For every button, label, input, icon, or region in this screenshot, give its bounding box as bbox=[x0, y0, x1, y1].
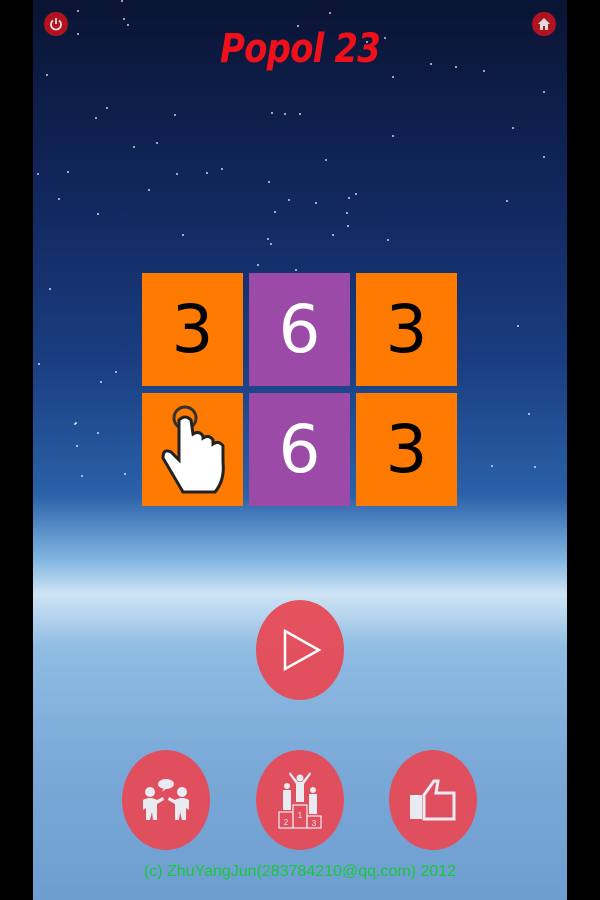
star bbox=[527, 412, 530, 415]
star bbox=[75, 444, 78, 447]
star bbox=[147, 188, 150, 191]
game-screen: Popol 23 3 6 3 6 3 2 1 3 (c) ZhuYangJun(… bbox=[33, 0, 567, 900]
podium-label: 3 bbox=[312, 819, 317, 828]
star bbox=[132, 145, 135, 148]
star bbox=[511, 126, 514, 129]
star bbox=[80, 475, 83, 478]
copyright-footer: (c) ZhuYangJun(283784210@qq.com) 2012 bbox=[143, 863, 457, 880]
home-button[interactable] bbox=[532, 12, 556, 36]
star bbox=[205, 171, 208, 174]
hand-pointer-icon bbox=[160, 405, 225, 493]
tile-value: 3 bbox=[171, 291, 214, 368]
like-button[interactable] bbox=[389, 750, 477, 850]
game-title: Popol 23 bbox=[220, 26, 381, 72]
star bbox=[506, 199, 509, 202]
star bbox=[267, 181, 270, 184]
tile[interactable]: 6 bbox=[249, 393, 350, 506]
star bbox=[543, 90, 546, 93]
power-icon bbox=[50, 18, 62, 31]
tile-value: 3 bbox=[385, 411, 428, 488]
star bbox=[174, 113, 176, 116]
star bbox=[273, 210, 276, 213]
star bbox=[345, 211, 348, 214]
star bbox=[354, 192, 357, 195]
star bbox=[176, 172, 179, 175]
star bbox=[67, 170, 70, 173]
star bbox=[391, 134, 394, 137]
star bbox=[37, 363, 40, 366]
thumbs-up-icon bbox=[410, 779, 456, 821]
star bbox=[120, 0, 123, 3]
tile[interactable]: 6 bbox=[249, 273, 350, 386]
star bbox=[391, 75, 394, 78]
star bbox=[386, 239, 389, 242]
star bbox=[46, 74, 49, 77]
podium-icon: 2 1 3 bbox=[278, 772, 322, 829]
star bbox=[294, 269, 297, 272]
play-icon bbox=[283, 628, 322, 672]
star bbox=[315, 202, 318, 205]
podium-label: 2 bbox=[284, 818, 289, 827]
star bbox=[220, 168, 223, 171]
star bbox=[288, 199, 291, 202]
star bbox=[105, 107, 108, 110]
star bbox=[99, 380, 102, 383]
star bbox=[48, 288, 51, 291]
home-icon bbox=[538, 18, 550, 30]
star bbox=[115, 370, 118, 373]
star bbox=[543, 155, 546, 158]
tile-value: 6 bbox=[278, 411, 321, 488]
star bbox=[182, 234, 185, 237]
social-button[interactable] bbox=[122, 750, 210, 850]
star bbox=[36, 172, 39, 175]
star bbox=[284, 113, 287, 116]
star bbox=[97, 213, 100, 216]
star bbox=[329, 11, 332, 14]
star bbox=[94, 117, 97, 120]
star bbox=[256, 264, 259, 267]
star bbox=[267, 237, 270, 240]
tile-value: 3 bbox=[385, 291, 428, 368]
star bbox=[155, 142, 158, 145]
star bbox=[299, 112, 302, 115]
tile[interactable] bbox=[142, 393, 243, 506]
star bbox=[325, 158, 328, 161]
star bbox=[97, 431, 100, 434]
leaderboard-button[interactable]: 2 1 3 bbox=[256, 750, 344, 850]
star bbox=[76, 10, 79, 13]
star bbox=[491, 464, 494, 467]
star bbox=[58, 197, 61, 200]
podium-label: 1 bbox=[298, 811, 303, 820]
tile[interactable]: 3 bbox=[356, 393, 457, 506]
power-button[interactable] bbox=[44, 12, 68, 36]
star bbox=[517, 325, 520, 328]
tile[interactable]: 3 bbox=[356, 273, 457, 386]
tile-value: 6 bbox=[278, 291, 321, 368]
star bbox=[347, 197, 350, 200]
star bbox=[346, 225, 349, 228]
star bbox=[269, 243, 272, 246]
tile[interactable]: 3 bbox=[142, 273, 243, 386]
star bbox=[332, 233, 335, 236]
star bbox=[123, 17, 126, 20]
people-chat-icon bbox=[143, 779, 189, 820]
play-button[interactable] bbox=[256, 600, 344, 700]
star bbox=[270, 111, 273, 114]
star bbox=[74, 422, 77, 425]
star bbox=[123, 473, 126, 476]
star bbox=[534, 465, 537, 468]
